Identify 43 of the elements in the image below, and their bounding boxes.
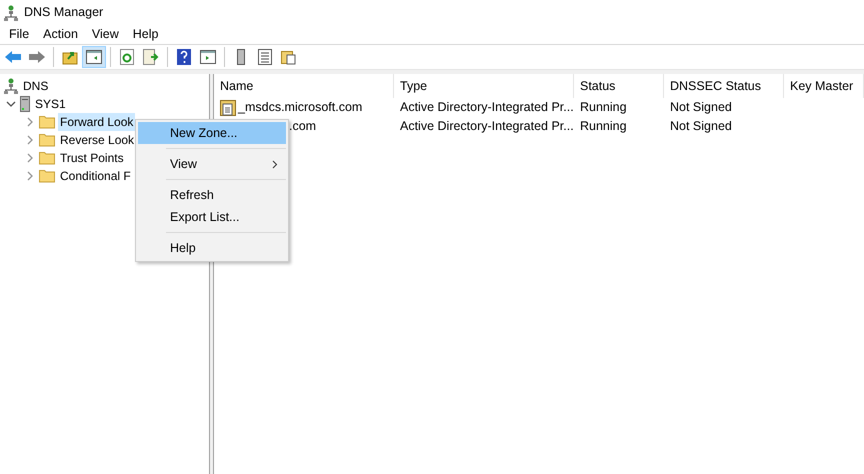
table-cell-text: .com [289,118,316,136]
tree-item[interactable]: SYS1 [33,95,68,113]
column-header[interactable]: DNSSEC Status [664,74,784,98]
column-header[interactable]: Name [214,74,394,98]
tree-item[interactable]: Trust Points [58,149,126,167]
table-cell-text: Not Signed [670,99,732,116]
network-icon [4,78,18,94]
folder-icon [39,115,55,129]
context-menu-item[interactable]: Export List... [138,206,286,228]
expanded-chevron-icon[interactable] [6,99,16,109]
pane-icon[interactable] [82,46,106,68]
collapsed-chevron-icon[interactable] [25,135,35,145]
folder-icon [39,151,55,165]
network-icon [4,4,18,20]
menu-item[interactable]: View [84,25,126,44]
folder-icon [39,169,55,183]
context-menu-item[interactable]: New Zone... [138,122,286,144]
context-menu-item[interactable]: Help [138,237,286,259]
collapsed-chevron-icon[interactable] [25,171,35,181]
column-header[interactable]: Type [394,74,574,98]
table-cell-text: Active Directory-Integrated Pr... [400,99,574,116]
zone-file-icon [220,100,236,116]
server-icon [20,96,30,112]
tree-item[interactable]: DNS [21,77,50,95]
collapsed-chevron-icon[interactable] [25,153,35,163]
column-header[interactable]: Key Master [784,74,864,98]
table-cell-text: Running [580,118,627,136]
table-cell-text: _msdcs.microsoft.com [238,99,362,116]
menu-item[interactable]: File [2,25,36,44]
collapsed-chevron-icon[interactable] [25,117,35,127]
context-menu-item[interactable]: View [138,153,286,175]
tree-item[interactable]: Reverse Look [58,131,136,149]
column-header[interactable]: Status [574,74,664,98]
context-menu-item[interactable]: Refresh [138,184,286,206]
window-title: DNS Manager [24,4,104,22]
tree-item[interactable]: Conditional F [58,167,133,185]
folder-icon [39,133,55,147]
table-cell-text: Active Directory-Integrated Pr... [400,118,574,136]
table-cell-text: Not Signed [670,118,732,136]
menu-item[interactable]: Action [36,25,85,44]
table-cell-text: Running [580,99,627,116]
menu-item[interactable]: Help [126,25,166,44]
tree-item[interactable]: Forward Look [58,113,136,131]
